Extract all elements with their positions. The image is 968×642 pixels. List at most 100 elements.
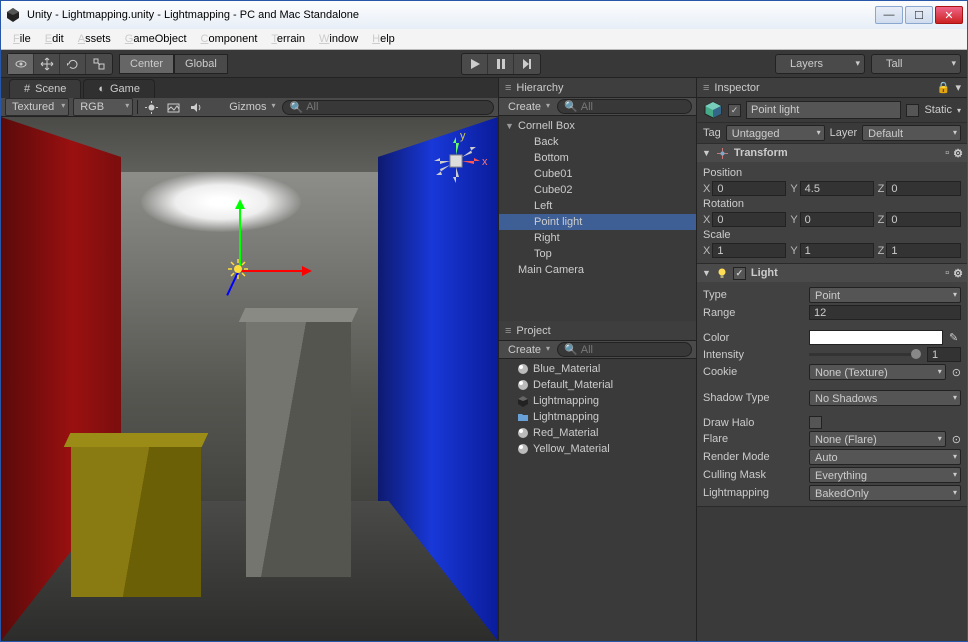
color-swatch[interactable] [809, 330, 943, 345]
scene-viewport[interactable]: y x [1, 117, 498, 641]
hierarchy-item[interactable]: Left [499, 198, 696, 214]
hierarchy-item[interactable]: Point light [499, 214, 696, 230]
scl-y-field[interactable]: 1 [800, 243, 874, 258]
tab-scene[interactable]: # Scene [9, 79, 81, 98]
menu-terrain[interactable]: Terrain [265, 31, 311, 47]
step-button[interactable] [514, 54, 540, 74]
play-button[interactable] [462, 54, 488, 74]
pause-button[interactable] [488, 54, 514, 74]
project-item[interactable]: Default_Material [499, 377, 696, 393]
gear-icon[interactable]: ⚙ [953, 267, 963, 280]
hierarchy-item[interactable]: ▼Cornell Box [499, 118, 696, 134]
hierarchy-item[interactable]: Cube01 [499, 166, 696, 182]
inspector-lock-icon[interactable]: 🔒 [937, 81, 951, 94]
menu-window[interactable]: Window [313, 31, 364, 47]
lightmapping-dropdown[interactable]: BakedOnly [809, 485, 961, 501]
menu-component[interactable]: Component [195, 31, 264, 47]
object-picker-icon[interactable]: ⊙ [952, 366, 961, 379]
menu-file[interactable]: File [7, 31, 37, 47]
scene-search-input[interactable]: 🔍All [282, 100, 494, 115]
layer-dropdown[interactable]: Default [862, 125, 961, 141]
static-dropdown-icon[interactable]: ▾ [957, 106, 961, 115]
pivot-global-button[interactable]: Global [174, 54, 228, 74]
rot-y-field[interactable]: 0 [800, 212, 874, 227]
rot-z-field[interactable]: 0 [886, 212, 961, 227]
cookie-field[interactable]: None (Texture) [809, 364, 946, 380]
light-toggle-button[interactable] [142, 99, 160, 115]
range-field[interactable]: 12 [809, 305, 961, 320]
layout-dropdown[interactable]: Tall [871, 54, 961, 74]
pos-x-field[interactable]: 0 [712, 181, 786, 196]
pivot-center-button[interactable]: Center [119, 54, 174, 74]
minimize-button[interactable]: — [875, 6, 903, 24]
rendermode-dropdown[interactable]: RGB [73, 98, 133, 116]
intensity-field[interactable]: 1 [927, 347, 961, 362]
rotate-tool-button[interactable] [60, 54, 86, 74]
project-create-dropdown[interactable]: Create [503, 342, 553, 358]
static-checkbox[interactable] [906, 104, 919, 117]
project-item-label: Lightmapping [533, 411, 599, 423]
hierarchy-item[interactable]: Back [499, 134, 696, 150]
hierarchy-header[interactable]: Hierarchy [499, 78, 696, 98]
hierarchy-item[interactable]: Right [499, 230, 696, 246]
menu-gameobject[interactable]: GameObject [119, 31, 193, 47]
hand-tool-button[interactable] [8, 54, 34, 74]
light-enabled-checkbox[interactable]: ✓ [733, 267, 746, 280]
pos-z-field[interactable]: 0 [886, 181, 961, 196]
cullmask-dropdown[interactable]: Everything [809, 467, 961, 483]
shading-dropdown[interactable]: Textured [5, 98, 69, 116]
scale-tool-button[interactable] [86, 54, 112, 74]
tab-game-label: Game [110, 83, 140, 95]
rot-x-field[interactable]: 0 [712, 212, 786, 227]
rendermode-dropdown[interactable]: Auto [809, 449, 961, 465]
project-item[interactable]: Yellow_Material [499, 441, 696, 457]
shadow-dropdown[interactable]: No Shadows [809, 390, 961, 406]
titlebar[interactable]: Unity - Lightmapping.unity - Lightmappin… [1, 1, 967, 29]
object-picker-icon[interactable]: ⊙ [952, 433, 961, 446]
scl-z-field[interactable]: 1 [886, 243, 961, 258]
hierarchy-item[interactable]: Cube02 [499, 182, 696, 198]
project-item[interactable]: Lightmapping [499, 393, 696, 409]
gizmos-dropdown[interactable]: Gizmos [224, 99, 278, 115]
orientation-gizmo[interactable]: y x [420, 125, 490, 195]
transform-header[interactable]: ▼ Transform ▫⚙ [697, 144, 967, 162]
project-header[interactable]: Project [499, 321, 696, 341]
hierarchy-search-input[interactable]: 🔍All [557, 99, 692, 114]
flare-field[interactable]: None (Flare) [809, 431, 946, 447]
scl-x-field[interactable]: 1 [712, 243, 786, 258]
inspector-header[interactable]: Inspector 🔒 ▾ [697, 78, 967, 98]
help-icon[interactable]: ▫ [945, 147, 949, 160]
maximize-button[interactable]: ☐ [905, 6, 933, 24]
project-tree[interactable]: Blue_MaterialDefault_MaterialLightmappin… [499, 359, 696, 641]
light-type-dropdown[interactable]: Point [809, 287, 961, 303]
hierarchy-item[interactable]: Bottom [499, 150, 696, 166]
project-item[interactable]: Lightmapping [499, 409, 696, 425]
inspector-menu-icon[interactable]: ▾ [955, 81, 961, 94]
menu-help[interactable]: Help [366, 31, 401, 47]
layers-dropdown[interactable]: Layers [775, 54, 865, 74]
project-item[interactable]: Blue_Material [499, 361, 696, 377]
project-item[interactable]: Red_Material [499, 425, 696, 441]
project-search-input[interactable]: 🔍All [557, 342, 692, 357]
menu-assets[interactable]: Assets [72, 31, 117, 47]
hierarchy-tree[interactable]: ▼Cornell BoxBackBottomCube01Cube02LeftPo… [499, 116, 696, 321]
tab-game[interactable]: ◐ Game [83, 79, 155, 98]
gear-icon[interactable]: ⚙ [953, 147, 963, 160]
eyedropper-icon[interactable]: ✎ [949, 331, 961, 344]
help-icon[interactable]: ▫ [945, 267, 949, 280]
tag-dropdown[interactable]: Untagged [726, 125, 825, 141]
light-header[interactable]: ▼ ✓ Light ▫⚙ [697, 264, 967, 282]
close-button[interactable]: ✕ [935, 6, 963, 24]
menu-edit[interactable]: Edit [39, 31, 70, 47]
gameobject-name-field[interactable]: Point light [746, 101, 901, 119]
skybox-toggle-button[interactable] [164, 99, 182, 115]
pos-y-field[interactable]: 4.5 [800, 181, 874, 196]
intensity-slider[interactable] [809, 353, 921, 356]
move-tool-button[interactable] [34, 54, 60, 74]
hierarchy-item[interactable]: Main Camera [499, 262, 696, 278]
hierarchy-item[interactable]: Top [499, 246, 696, 262]
audio-toggle-button[interactable] [186, 99, 204, 115]
hierarchy-create-dropdown[interactable]: Create [503, 99, 553, 115]
gameobject-active-checkbox[interactable]: ✓ [728, 104, 741, 117]
drawhalo-checkbox[interactable] [809, 416, 822, 429]
